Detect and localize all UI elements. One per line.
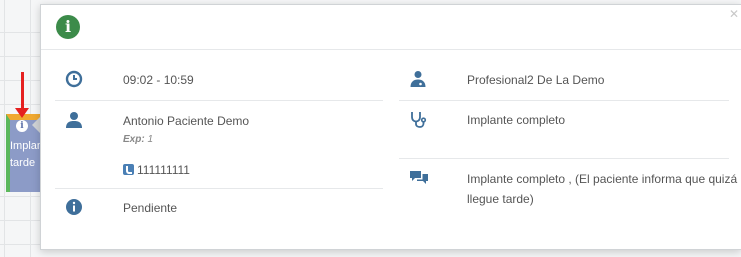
appointment-popover: i ✕ 09:02 - 10:59 Antonio Paciente Demo … — [40, 4, 741, 250]
professional-row: Profesional2 De La Demo — [399, 63, 729, 101]
event-label: Implan tarde — [10, 138, 43, 172]
red-arrow-shaft — [21, 72, 24, 110]
event-label-line-2: tarde — [10, 157, 36, 169]
popover-left-column: 09:02 - 10:59 Antonio Paciente Demo Exp:… — [55, 63, 383, 225]
red-arrow-head — [15, 108, 29, 118]
exp-label: Exp: — [123, 134, 145, 145]
status-row: Pendiente — [55, 189, 383, 225]
info-circle-icon: i — [56, 15, 80, 39]
phone-number: 111111111 — [137, 163, 190, 177]
phone-icon — [123, 164, 134, 175]
exp-value: 1 — [147, 134, 154, 145]
comment-line-1: Implante completo , (El paciente informa… — [467, 172, 738, 186]
grid-line — [4, 0, 5, 257]
professional-name: Profesional2 De La Demo — [467, 73, 605, 87]
treatment-name: Implante completo — [467, 113, 566, 127]
patient-row: Antonio Paciente Demo Exp: 1 111111111 — [55, 101, 383, 189]
user-icon — [66, 112, 82, 128]
popover-right-column: Profesional2 De La Demo Implante complet… — [399, 63, 737, 215]
treatment-row: Implante completo — [399, 101, 729, 159]
comment-line-2: llegue tarde) — [467, 192, 534, 206]
comments-icon — [410, 171, 428, 184]
info-icon — [66, 199, 82, 215]
comment-text: Implante completo , (El paciente informa… — [467, 169, 741, 209]
event-label-line-1: Implan — [10, 140, 44, 152]
comment-row: Implante completo , (El paciente informa… — [399, 159, 737, 215]
time-row: 09:02 - 10:59 — [55, 63, 383, 101]
stethoscope-icon — [411, 112, 427, 128]
appointment-time: 09:02 - 10:59 — [123, 73, 194, 87]
close-icon[interactable]: ✕ — [729, 7, 739, 21]
patient-name: Antonio Paciente Demo — [123, 114, 250, 128]
popover-header: i ✕ — [41, 5, 741, 50]
doctor-icon — [410, 71, 426, 87]
event-info-icon[interactable]: i — [16, 120, 28, 132]
patient-phone: 111111111 — [123, 163, 190, 177]
exp-number: Exp: 1 — [123, 134, 153, 145]
clock-icon — [65, 70, 83, 88]
appointment-status: Pendiente — [123, 201, 178, 215]
